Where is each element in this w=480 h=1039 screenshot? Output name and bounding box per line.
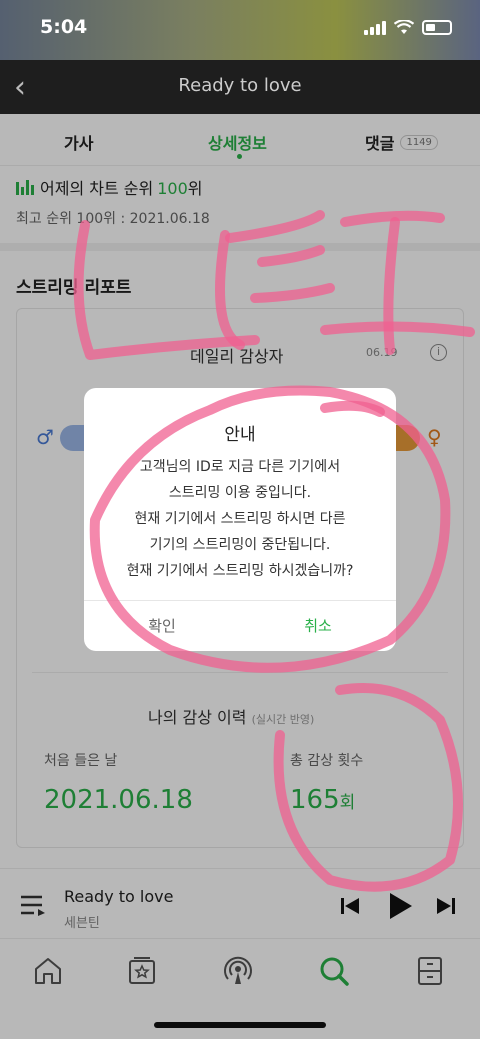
status-time: 5:04 — [40, 16, 88, 38]
battery-icon — [422, 20, 452, 35]
dialog-line: 현재 기기에서 스트리밍 하시겠습니까? — [126, 563, 354, 579]
confirm-button[interactable]: 확인 — [84, 601, 240, 651]
status-bar: 5:04 — [0, 0, 480, 60]
nav-bar: ‹ Ready to love — [0, 60, 480, 114]
dialog-title: 안내 — [224, 425, 256, 445]
dialog-line: 고객님의 ID로 지금 다른 기기에서 — [139, 459, 341, 475]
cancel-button[interactable]: 취소 — [240, 601, 396, 651]
dialog-line: 현재 기기에서 스트리밍 하시면 다른 — [134, 511, 346, 527]
dialog-line: 스트리밍 이용 중입니다. — [168, 485, 312, 501]
page-title: Ready to love — [178, 75, 302, 96]
status-icons — [364, 20, 452, 35]
wifi-icon — [394, 20, 414, 34]
dialog-message: 고객님의 ID로 지금 다른 기기에서 스트리밍 이용 중입니다. 현재 기기에… — [84, 454, 396, 584]
notice-dialog: 안내 고객님의 ID로 지금 다른 기기에서 스트리밍 이용 중입니다. 현재 … — [84, 388, 396, 651]
dialog-line: 기기의 스트리밍이 중단됩니다. — [149, 537, 331, 553]
signal-icon — [364, 20, 386, 35]
